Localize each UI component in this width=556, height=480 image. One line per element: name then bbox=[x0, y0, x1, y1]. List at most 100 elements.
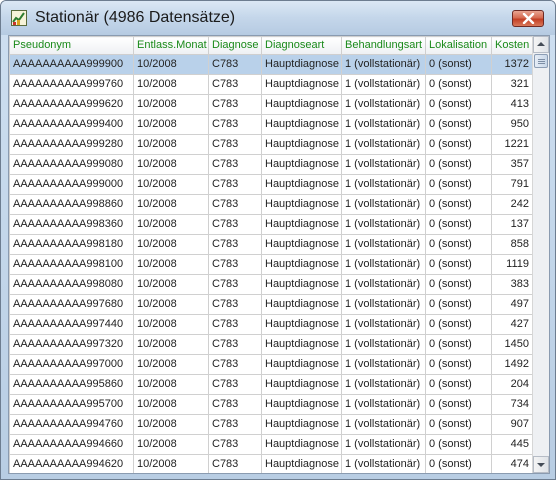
cell-diagnose[interactable]: C783 bbox=[208, 334, 262, 355]
table-row[interactable]: AAAAAAAAAA999620 10/2008 C783 Hauptdiagnose… bbox=[9, 94, 533, 115]
cell-entlass-monat[interactable]: 10/2008 bbox=[133, 234, 209, 255]
cell-entlass-monat[interactable]: 10/2008 bbox=[133, 454, 209, 473]
cell-pseudonym[interactable]: AAAAAAAAAA997000 bbox=[9, 354, 134, 375]
cell-diagnose[interactable]: C783 bbox=[208, 274, 262, 295]
cell-entlass-monat[interactable]: 10/2008 bbox=[133, 114, 209, 135]
cell-entlass-monat[interactable]: 10/2008 bbox=[133, 274, 209, 295]
column-header-kosten[interactable]: Kosten bbox=[491, 36, 533, 55]
table-row[interactable]: AAAAAAAAAA995700 10/2008 C783 Hauptdiagnose… bbox=[9, 394, 533, 415]
cell-behandlungsart[interactable]: 1 (vollstationär) bbox=[341, 394, 426, 415]
cell-lokalisation[interactable]: 0 (sonst) bbox=[425, 374, 492, 395]
cell-lokalisation[interactable]: 0 (sonst) bbox=[425, 354, 492, 375]
cell-behandlungsart[interactable]: 1 (vollstationär) bbox=[341, 334, 426, 355]
cell-pseudonym[interactable]: AAAAAAAAAA999080 bbox=[9, 154, 134, 175]
scroll-down-button[interactable] bbox=[533, 456, 549, 473]
cell-behandlungsart[interactable]: 1 (vollstationär) bbox=[341, 354, 426, 375]
table-row[interactable]: AAAAAAAAAA998100 10/2008 C783 Hauptdiagnose… bbox=[9, 254, 533, 275]
cell-kosten[interactable]: 1450 bbox=[491, 334, 533, 355]
cell-diagnose[interactable]: C783 bbox=[208, 174, 262, 195]
cell-behandlungsart[interactable]: 1 (vollstationär) bbox=[341, 454, 426, 473]
cell-diagnoseart[interactable]: Hauptdiagnose bbox=[261, 274, 342, 295]
table-row[interactable]: AAAAAAAAAA998360 10/2008 C783 Hauptdiagnose… bbox=[9, 214, 533, 235]
cell-lokalisation[interactable]: 0 (sonst) bbox=[425, 314, 492, 335]
scroll-up-button[interactable] bbox=[533, 36, 549, 53]
cell-diagnoseart[interactable]: Hauptdiagnose bbox=[261, 334, 342, 355]
cell-lokalisation[interactable]: 0 (sonst) bbox=[425, 174, 492, 195]
cell-diagnoseart[interactable]: Hauptdiagnose bbox=[261, 234, 342, 255]
cell-diagnose[interactable]: C783 bbox=[208, 394, 262, 415]
cell-diagnose[interactable]: C783 bbox=[208, 214, 262, 235]
cell-diagnose[interactable]: C783 bbox=[208, 134, 262, 155]
cell-entlass-monat[interactable]: 10/2008 bbox=[133, 54, 209, 75]
cell-pseudonym[interactable]: AAAAAAAAAA997680 bbox=[9, 294, 134, 315]
cell-kosten[interactable]: 445 bbox=[491, 434, 533, 455]
cell-pseudonym[interactable]: AAAAAAAAAA999400 bbox=[9, 114, 134, 135]
cell-kosten[interactable]: 413 bbox=[491, 94, 533, 115]
cell-pseudonym[interactable]: AAAAAAAAAA998360 bbox=[9, 214, 134, 235]
cell-diagnoseart[interactable]: Hauptdiagnose bbox=[261, 254, 342, 275]
cell-diagnose[interactable]: C783 bbox=[208, 354, 262, 375]
table-row[interactable]: AAAAAAAAAA999080 10/2008 C783 Hauptdiagnose… bbox=[9, 154, 533, 175]
cell-diagnose[interactable]: C783 bbox=[208, 154, 262, 175]
cell-kosten[interactable]: 474 bbox=[491, 454, 533, 473]
cell-lokalisation[interactable]: 0 (sonst) bbox=[425, 294, 492, 315]
cell-pseudonym[interactable]: AAAAAAAAAA994760 bbox=[9, 414, 134, 435]
cell-diagnoseart[interactable]: Hauptdiagnose bbox=[261, 434, 342, 455]
cell-entlass-monat[interactable]: 10/2008 bbox=[133, 194, 209, 215]
cell-behandlungsart[interactable]: 1 (vollstationär) bbox=[341, 194, 426, 215]
cell-lokalisation[interactable]: 0 (sonst) bbox=[425, 154, 492, 175]
cell-diagnose[interactable]: C783 bbox=[208, 294, 262, 315]
cell-behandlungsart[interactable]: 1 (vollstationär) bbox=[341, 254, 426, 275]
cell-entlass-monat[interactable]: 10/2008 bbox=[133, 374, 209, 395]
cell-kosten[interactable]: 950 bbox=[491, 114, 533, 135]
cell-kosten[interactable]: 1492 bbox=[491, 354, 533, 375]
cell-entlass-monat[interactable]: 10/2008 bbox=[133, 74, 209, 95]
cell-entlass-monat[interactable]: 10/2008 bbox=[133, 334, 209, 355]
cell-lokalisation[interactable]: 0 (sonst) bbox=[425, 74, 492, 95]
table-row[interactable]: AAAAAAAAAA998860 10/2008 C783 Hauptdiagnose… bbox=[9, 194, 533, 215]
table-row[interactable]: AAAAAAAAAA994620 10/2008 C783 Hauptdiagnose… bbox=[9, 454, 533, 473]
cell-diagnose[interactable]: C783 bbox=[208, 234, 262, 255]
table-row[interactable]: AAAAAAAAAA995860 10/2008 C783 Hauptdiagnose… bbox=[9, 374, 533, 395]
cell-kosten[interactable]: 427 bbox=[491, 314, 533, 335]
table-row[interactable]: AAAAAAAAAA994760 10/2008 C783 Hauptdiagnose… bbox=[9, 414, 533, 435]
table-row[interactable]: AAAAAAAAAA997440 10/2008 C783 Hauptdiagnose… bbox=[9, 314, 533, 335]
cell-behandlungsart[interactable]: 1 (vollstationär) bbox=[341, 54, 426, 75]
cell-lokalisation[interactable]: 0 (sonst) bbox=[425, 434, 492, 455]
cell-lokalisation[interactable]: 0 (sonst) bbox=[425, 414, 492, 435]
close-button[interactable] bbox=[512, 10, 544, 27]
cell-diagnoseart[interactable]: Hauptdiagnose bbox=[261, 114, 342, 135]
cell-kosten[interactable]: 137 bbox=[491, 214, 533, 235]
cell-entlass-monat[interactable]: 10/2008 bbox=[133, 134, 209, 155]
cell-diagnoseart[interactable]: Hauptdiagnose bbox=[261, 414, 342, 435]
cell-pseudonym[interactable]: AAAAAAAAAA999760 bbox=[9, 74, 134, 95]
cell-entlass-monat[interactable]: 10/2008 bbox=[133, 314, 209, 335]
cell-lokalisation[interactable]: 0 (sonst) bbox=[425, 54, 492, 75]
cell-diagnose[interactable]: C783 bbox=[208, 414, 262, 435]
cell-kosten[interactable]: 1119 bbox=[491, 254, 533, 275]
cell-behandlungsart[interactable]: 1 (vollstationär) bbox=[341, 414, 426, 435]
cell-diagnose[interactable]: C783 bbox=[208, 194, 262, 215]
table-row[interactable]: AAAAAAAAAA997000 10/2008 C783 Hauptdiagnose… bbox=[9, 354, 533, 375]
cell-diagnose[interactable]: C783 bbox=[208, 454, 262, 473]
cell-pseudonym[interactable]: AAAAAAAAAA995860 bbox=[9, 374, 134, 395]
cell-behandlungsart[interactable]: 1 (vollstationär) bbox=[341, 114, 426, 135]
table-row[interactable]: AAAAAAAAAA997680 10/2008 C783 Hauptdiagnose… bbox=[9, 294, 533, 315]
table-row[interactable]: AAAAAAAAAA994660 10/2008 C783 Hauptdiagnose… bbox=[9, 434, 533, 455]
vertical-scrollbar[interactable] bbox=[532, 36, 549, 473]
column-header-diagnose[interactable]: Diagnose bbox=[208, 36, 262, 55]
cell-pseudonym[interactable]: AAAAAAAAAA999000 bbox=[9, 174, 134, 195]
cell-entlass-monat[interactable]: 10/2008 bbox=[133, 94, 209, 115]
cell-pseudonym[interactable]: AAAAAAAAAA994660 bbox=[9, 434, 134, 455]
cell-behandlungsart[interactable]: 1 (vollstationär) bbox=[341, 374, 426, 395]
table-row[interactable]: AAAAAAAAAA998180 10/2008 C783 Hauptdiagnose… bbox=[9, 234, 533, 255]
cell-lokalisation[interactable]: 0 (sonst) bbox=[425, 334, 492, 355]
cell-diagnoseart[interactable]: Hauptdiagnose bbox=[261, 194, 342, 215]
cell-diagnoseart[interactable]: Hauptdiagnose bbox=[261, 314, 342, 335]
cell-diagnoseart[interactable]: Hauptdiagnose bbox=[261, 294, 342, 315]
cell-diagnose[interactable]: C783 bbox=[208, 74, 262, 95]
cell-entlass-monat[interactable]: 10/2008 bbox=[133, 214, 209, 235]
cell-pseudonym[interactable]: AAAAAAAAAA997320 bbox=[9, 334, 134, 355]
cell-entlass-monat[interactable]: 10/2008 bbox=[133, 394, 209, 415]
cell-lokalisation[interactable]: 0 (sonst) bbox=[425, 94, 492, 115]
